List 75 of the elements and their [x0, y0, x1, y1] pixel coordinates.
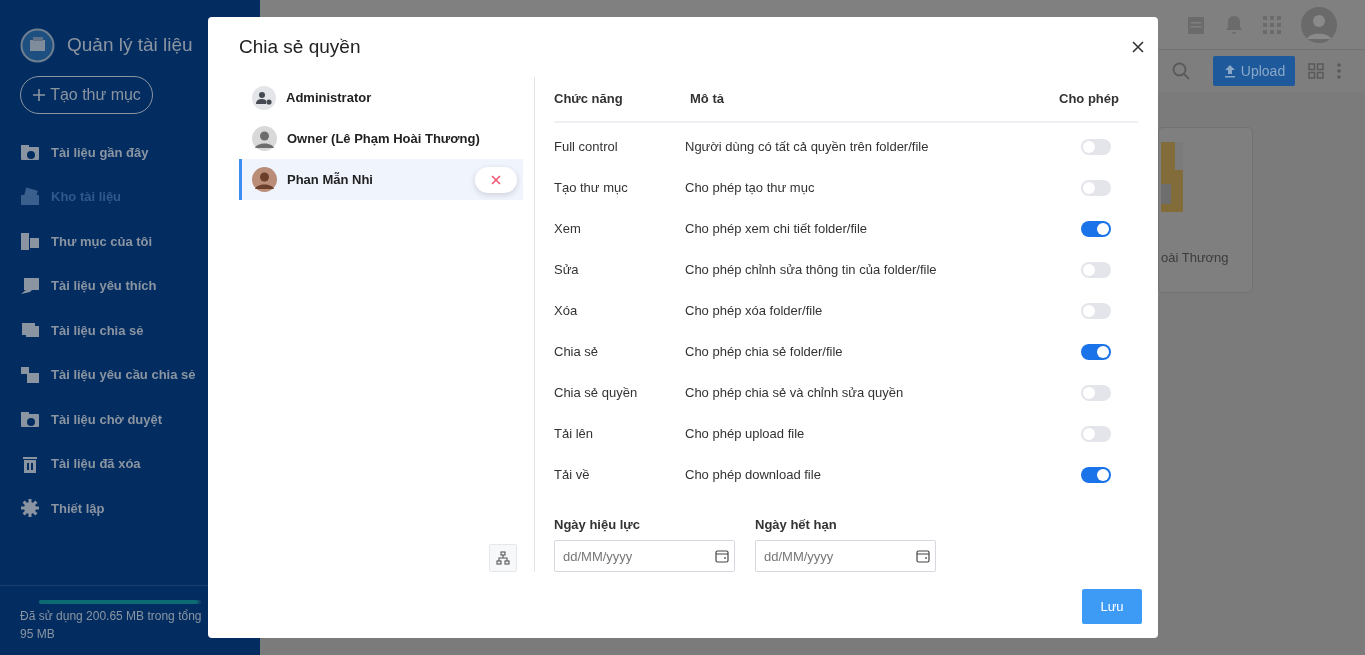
folders-icon	[20, 186, 40, 207]
sidebar-item[interactable]: Tài liệu chờ duyệt	[0, 397, 260, 442]
column-header: Mô tả	[690, 90, 725, 108]
permission-name: Sửa	[554, 261, 580, 280]
avatar	[252, 126, 277, 151]
storage-text: 95 MB	[20, 626, 56, 643]
toggle-switch[interactable]	[1081, 262, 1111, 278]
permission-name: Tạo thư mục	[554, 179, 629, 198]
sidebar-item[interactable]: Thiết lập	[0, 486, 260, 531]
permission-description: Cho phép chia sẻ và chỉnh sửa quyền	[685, 384, 905, 403]
plus-icon	[32, 88, 47, 102]
more-icon[interactable]	[1337, 63, 1341, 79]
org-chart-button[interactable]	[489, 544, 517, 572]
permission-name: Tải lên	[554, 425, 595, 444]
save-button[interactable]: Lưu	[1082, 589, 1142, 624]
permission-name: Xem	[554, 220, 582, 239]
calendar-icon[interactable]	[715, 549, 729, 563]
logo-icon	[20, 27, 55, 63]
close-icon	[491, 174, 501, 185]
toggle-switch[interactable]	[1081, 139, 1111, 155]
permission-name: Xóa	[554, 302, 579, 321]
permission-name: Chia sẻ	[554, 343, 600, 362]
permission-description: Cho phép upload file	[685, 425, 806, 444]
avatar[interactable]	[1301, 6, 1337, 43]
field-label: Ngày hiệu lực	[554, 515, 641, 534]
toggle-switch[interactable]	[1081, 303, 1111, 319]
toggle-switch[interactable]	[1081, 180, 1111, 196]
avatar	[252, 167, 277, 192]
app-title: Quản lý tài liệu	[67, 32, 193, 57]
sidebar-item[interactable]: Tài liệu chia sẻ	[0, 308, 260, 353]
permission-name: Full control	[554, 138, 619, 157]
close-icon	[1132, 41, 1144, 53]
gear-icon	[20, 498, 40, 519]
toggle-switch[interactable]	[1081, 344, 1111, 360]
user-name: Phan Mẫn Nhi	[287, 170, 373, 189]
permission-name: Tải về	[554, 466, 591, 485]
date-field[interactable]: dd/MM/yyyy	[554, 540, 735, 572]
column-header: Chức năng	[554, 90, 624, 108]
search-icon[interactable]	[1172, 62, 1190, 80]
toggle-switch[interactable]	[1081, 221, 1111, 237]
permission-description: Cho phép download file	[685, 466, 822, 485]
user-item[interactable]: Administrator	[239, 77, 523, 118]
permission-description: Người dùng có tất cả quyền trên folder/file	[685, 138, 930, 157]
folder-clock-icon	[20, 142, 40, 163]
upload-icon	[1222, 64, 1237, 78]
file-name: oài Thương	[1161, 249, 1229, 267]
permission-description: Cho phép chia sẻ folder/file	[685, 343, 844, 362]
file-card[interactable]: oài Thương	[1158, 127, 1253, 293]
permission-description: Cho phép tạo thư mục	[685, 179, 816, 198]
sidebar-item[interactable]: Tài liệu yêu cầu chia sẻ	[0, 352, 260, 397]
sidebar-item[interactable]: Tài liệu yêu thích	[0, 263, 260, 308]
sidebar-item[interactable]: Thư mục của tôi	[0, 219, 260, 264]
folders-icon	[20, 364, 40, 385]
permission-description: Cho phép chỉnh sửa thông tin của folder/file	[685, 261, 938, 280]
dialog-title: Chia sẻ quyền	[239, 34, 361, 59]
column-header: Cho phép	[1059, 90, 1120, 108]
remove-button[interactable]	[475, 166, 517, 193]
storage-text: Đã sử dụng 200.65 MB trong tổng	[20, 608, 203, 625]
permission-name: Chia sẻ quyền	[554, 384, 639, 403]
grid-view-icon[interactable]	[1308, 63, 1324, 79]
field-label: Ngày hết hạn	[755, 515, 838, 534]
hierarchy-icon	[496, 551, 510, 565]
upload-button[interactable]: Upload	[1213, 56, 1295, 86]
admin-avatar-icon	[252, 85, 276, 110]
sidebar-item[interactable]: Tài liệu đã xóa	[0, 441, 260, 486]
toggle-switch[interactable]	[1081, 467, 1111, 483]
toggle-switch[interactable]	[1081, 426, 1111, 442]
user-item[interactable]: Phan Mẫn Nhi	[239, 159, 523, 200]
permission-description: Cho phép xóa folder/file	[685, 302, 824, 321]
permission-description: Cho phép xem chi tiết folder/file	[685, 220, 869, 239]
user-name: Owner (Lê Phạm Hoài Thương)	[287, 129, 480, 148]
date-field[interactable]: dd/MM/yyyy	[755, 540, 936, 572]
user-name: Administrator	[286, 88, 372, 107]
toggle-switch[interactable]	[1081, 385, 1111, 401]
calendar-icon[interactable]	[916, 549, 930, 563]
